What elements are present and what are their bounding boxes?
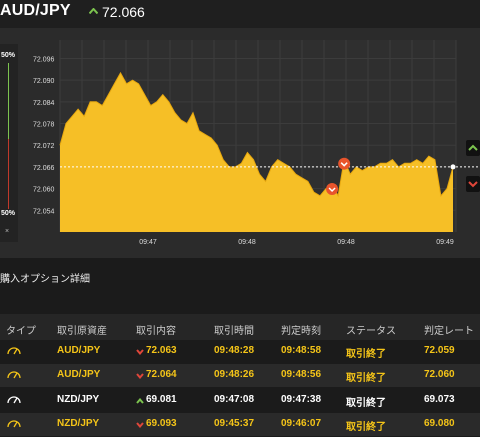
y-tick-label: 72.090 <box>33 78 55 85</box>
asset-cell: AUD/JPY <box>57 345 101 356</box>
table-row[interactable]: NZD/JPY 69.081 09:47:08 09:47:38 取引終了 69.073 <box>0 389 480 412</box>
up-arrow-icon <box>468 144 478 151</box>
asset-cell: NZD/JPY <box>57 394 100 405</box>
table-header: タイプ 取引原資産 取引内容 取引時間 判定時刻 ステータス 判定レート <box>0 314 480 340</box>
trade-marker <box>338 157 351 170</box>
down-arrow-icon <box>136 373 144 379</box>
trade-rate-cell: 72.064 <box>146 369 177 380</box>
y-tick-label: 72.078 <box>33 122 55 129</box>
section-title: 購入オプション詳細 <box>0 274 90 285</box>
high-button[interactable] <box>466 140 480 156</box>
judge-rate-cell: 72.059 <box>424 345 455 356</box>
judge-time-cell: 09:46:07 <box>281 418 322 429</box>
judge-time-cell: 09:47:38 <box>281 394 322 405</box>
judge-rate-cell: 72.060 <box>424 369 455 380</box>
speedometer-icon <box>7 420 21 428</box>
speedometer-icon <box>7 396 21 404</box>
speedometer-icon <box>7 347 21 355</box>
down-arrow-icon <box>136 349 144 355</box>
col-judge-time: 判定時刻 <box>281 326 321 337</box>
judge-time-cell: 09:48:58 <box>281 345 322 356</box>
purchase-details-header: 購入オプション詳細 <box>0 258 480 298</box>
col-trade: 取引内容 <box>136 326 176 337</box>
trade-time-cell: 09:45:37 <box>214 418 255 429</box>
trade-time-cell: 09:48:26 <box>214 369 255 380</box>
y-tick-label: 72.054 <box>33 208 55 215</box>
col-trade-time: 取引時間 <box>214 326 254 337</box>
header-bar: AUD/JPY 72.066 <box>0 0 480 28</box>
speedometer-icon <box>7 371 21 379</box>
y-tick-label: 72.072 <box>33 143 55 150</box>
col-asset: 取引原資産 <box>57 326 107 337</box>
current-price-dot <box>450 164 456 170</box>
x-tick-label: 09:47 <box>139 239 157 246</box>
price-chart: 72.096 72.090 72.084 72.078 72.072 72.066 72.0… <box>33 40 480 246</box>
judge-time-cell: 09:48:56 <box>281 369 322 380</box>
status-cell: 取引終了 <box>346 422 386 433</box>
asset-cell: AUD/JPY <box>57 369 101 380</box>
x-tick-label: 09:48 <box>337 239 355 246</box>
trade-time-cell: 09:48:28 <box>214 345 255 356</box>
status-cell: 取引終了 <box>346 398 386 409</box>
x-tick-label: 09:49 <box>436 239 454 246</box>
asset-cell: NZD/JPY <box>57 418 100 429</box>
table-row[interactable]: AUD/JPY 72.064 09:48:26 09:48:56 取引終了 72.060 <box>0 364 480 387</box>
current-price: 72.066 <box>102 4 145 20</box>
col-type: タイプ <box>6 326 36 337</box>
status-cell: 取引終了 <box>346 349 386 360</box>
trade-rate-cell: 69.093 <box>146 418 177 429</box>
low-button[interactable] <box>466 176 480 192</box>
y-tick-label: 72.066 <box>33 165 55 172</box>
y-tick-label: 72.096 <box>33 56 55 63</box>
trade-marker <box>326 183 339 195</box>
y-tick-label: 72.060 <box>33 187 55 194</box>
down-arrow-icon <box>468 181 478 188</box>
trade-rate-cell: 72.063 <box>146 345 177 356</box>
col-judge-rate: 判定レート <box>424 326 474 337</box>
y-tick-label: 72.084 <box>33 100 55 107</box>
judge-rate-cell: 69.080 <box>424 418 455 429</box>
trade-rate-cell: 69.081 <box>146 394 177 405</box>
trade-time-cell: 09:47:08 <box>214 394 255 405</box>
table-row[interactable]: NZD/JPY 69.093 09:45:37 09:46:07 取引終了 69.080 <box>0 413 480 436</box>
x-tick-label: 09:48 <box>238 239 256 246</box>
col-status: ステータス <box>346 326 396 337</box>
table-row[interactable]: AUD/JPY 72.063 09:48:28 09:48:58 取引終了 72.059 <box>0 340 480 363</box>
status-cell: 取引終了 <box>346 373 386 384</box>
currency-pair-title: AUD/JPY <box>0 2 71 19</box>
down-arrow-icon <box>136 422 144 428</box>
up-arrow-icon <box>136 398 144 404</box>
up-arrow-icon <box>89 8 98 14</box>
judge-rate-cell: 69.073 <box>424 394 455 405</box>
